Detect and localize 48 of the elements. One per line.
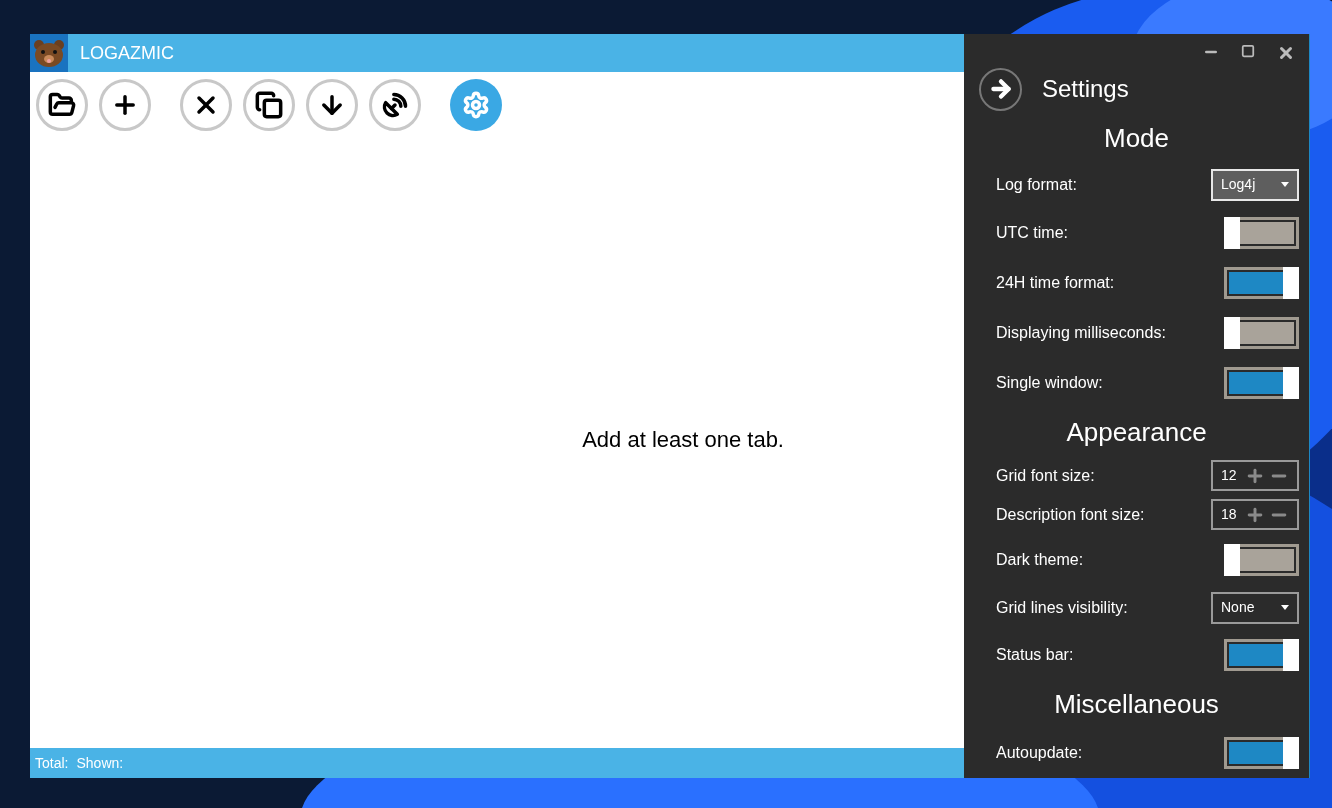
setting-label: Description font size: — [996, 504, 1145, 525]
toolbar-button[interactable] — [36, 79, 88, 131]
toggle-switch[interactable] — [1224, 736, 1299, 769]
settings-icon — [462, 91, 490, 119]
setting-label: Displaying milliseconds: — [996, 323, 1166, 344]
back-button[interactable] — [979, 67, 1022, 111]
caret-icon — [1281, 605, 1289, 611]
number-stepper[interactable]: 18 — [1211, 499, 1299, 531]
folder-icon — [48, 91, 76, 119]
setting-label: Dark theme: — [996, 549, 1084, 570]
toolbar-button[interactable] — [306, 79, 358, 131]
section-heading: Appearance — [1066, 415, 1207, 449]
bear-icon — [30, 34, 68, 72]
toolbar-button[interactable] — [99, 79, 151, 131]
setting-label: Grid lines visibility: — [996, 597, 1128, 618]
dropdown[interactable]: None — [1211, 591, 1299, 624]
close-icon[interactable] — [1277, 44, 1295, 62]
copy-icon — [255, 91, 283, 119]
setting-label: UTC time: — [996, 222, 1068, 243]
section-heading: Miscellaneous — [1054, 687, 1219, 721]
total-label: Total: — [35, 753, 69, 773]
toggle-switch[interactable] — [1224, 639, 1299, 672]
toggle-switch[interactable] — [1224, 216, 1299, 249]
panel-title: Settings — [1042, 74, 1129, 105]
stepper-value: 18 — [1221, 505, 1238, 525]
setting-label: Grid font size: — [996, 465, 1095, 486]
stepper-value: 12 — [1221, 466, 1238, 486]
number-stepper[interactable]: 12 — [1211, 460, 1299, 492]
caret-icon — [1281, 182, 1289, 188]
empty-message: Add at least one tab. — [582, 426, 784, 454]
setting-label: Autoupdate: — [996, 742, 1083, 763]
dropdown[interactable]: Log4j — [1211, 168, 1299, 201]
toggle-switch[interactable] — [1224, 266, 1299, 299]
toggle-switch[interactable] — [1224, 543, 1299, 576]
setting-label: 24H time format: — [996, 272, 1115, 293]
toolbar-button[interactable] — [243, 79, 295, 131]
setting-label: Status bar: — [996, 645, 1074, 666]
toggle-switch[interactable] — [1224, 367, 1299, 400]
section-heading: Mode — [1103, 122, 1169, 156]
satellite-dish-icon — [381, 91, 409, 119]
setting-label: Single window: — [996, 373, 1103, 394]
maximize-icon[interactable] — [1241, 44, 1255, 58]
app-title: LOGAZMIC — [80, 41, 174, 65]
toggle-switch[interactable] — [1224, 317, 1299, 350]
toolbar-button[interactable] — [369, 79, 421, 131]
toolbar-button[interactable] — [180, 79, 232, 131]
setting-label: Log format: — [996, 174, 1077, 195]
shown-label: Shown: — [76, 753, 124, 773]
